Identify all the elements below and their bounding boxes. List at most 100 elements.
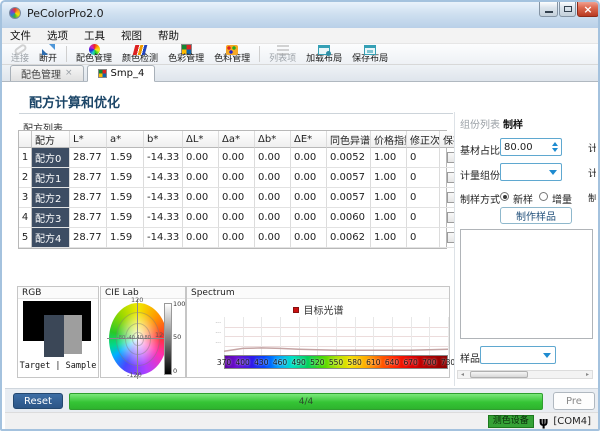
column-header[interactable]: 同色异谱 [327, 131, 371, 148]
legend-label: 目标光谱 [304, 302, 344, 317]
tab-component-list[interactable]: 组份列表 [460, 116, 500, 131]
row-number: 5 [19, 228, 32, 248]
menu-item[interactable]: 视图 [113, 27, 150, 44]
table-row[interactable]: 2配方128.771.59-14.330.000.000.000.000.005… [19, 168, 446, 188]
toolbar-button[interactable]: 加载布局 [301, 44, 347, 64]
menu-item[interactable]: 文件 [2, 27, 39, 44]
metering-dropdown[interactable] [500, 163, 562, 181]
toolbar-button-label: 连接 [11, 55, 29, 64]
toolbar-button-label: 颜色检测 [122, 55, 158, 64]
app-window: PeColorPro2.0 × 文件选项工具视图帮助 连接断开配色管理颜色检测色… [0, 0, 600, 431]
legend-marker-icon [293, 307, 299, 313]
toolbar-button[interactable]: 色料管理 [209, 44, 255, 64]
rgb-panel: RGB Target | Sample [17, 286, 99, 378]
tab-close-icon[interactable]: × [65, 69, 73, 78]
close-button[interactable]: × [577, 2, 599, 17]
value-cell: 1.59 [107, 228, 144, 248]
sample-dropdown[interactable] [480, 346, 556, 364]
spin-down-icon[interactable] [552, 148, 558, 152]
toolbar-button[interactable]: 保存布局 [347, 44, 393, 64]
value-cell: 0.00 [183, 208, 219, 228]
column-header[interactable]: 价格指数 [371, 131, 407, 148]
scroll-right-icon[interactable]: ▸ [583, 371, 592, 378]
toolbar-button[interactable]: 色彩管理 [163, 44, 209, 64]
scrollbar-thumb[interactable] [470, 371, 528, 378]
value-cell: 0.00 [291, 168, 327, 188]
usb-icon: ψ [539, 416, 549, 428]
maximize-button[interactable] [559, 2, 576, 17]
recipe-name-cell[interactable]: 配方1 [32, 168, 70, 188]
spin-up-icon[interactable] [552, 142, 558, 146]
reset-button[interactable]: Reset [13, 393, 63, 409]
toolbar-button[interactable]: 颜色检测 [117, 44, 163, 64]
column-header[interactable]: ΔL* [183, 131, 219, 148]
value-cell: 0.00 [291, 208, 327, 228]
column-header[interactable]: 修正次数 [407, 131, 440, 148]
column-header[interactable]: Δa* [219, 131, 255, 148]
base-ratio-stepper[interactable] [548, 139, 561, 155]
page-title: 配方计算和优化 [29, 92, 120, 111]
spectrum-plot [224, 317, 448, 355]
pre-button[interactable]: Pre [553, 392, 595, 410]
spectrum-curve [224, 317, 448, 355]
column-header[interactable]: 配方 [32, 131, 70, 148]
table-row[interactable]: 1配方028.771.59-14.330.000.000.000.000.005… [19, 148, 446, 168]
tab-color-management[interactable]: 配色管理 × [10, 65, 84, 81]
progress-bar: 4/4 [69, 393, 543, 410]
recipe-table: 配方L*a*b*ΔL*Δa*Δb*ΔE*同色异谱价格指数修正次数保存1配方028… [18, 130, 447, 249]
toolbar-button[interactable]: 断开 [34, 44, 62, 64]
column-header[interactable]: ΔE* [291, 131, 327, 148]
recipe-name-cell[interactable]: 配方0 [32, 148, 70, 168]
value-cell: 28.77 [70, 188, 107, 208]
menu-item[interactable]: 选项 [39, 27, 76, 44]
horizontal-scrollbar[interactable]: ◂ ▸ [457, 370, 593, 379]
sample-label: 样品 [460, 350, 480, 365]
row-number: 2 [19, 168, 32, 188]
value-cell: -14.33 [144, 148, 183, 168]
maximize-icon [564, 6, 572, 12]
toolbar-button: 连接 [6, 44, 34, 64]
radio-dot [503, 195, 507, 199]
radio-inc-label[interactable]: 增量 [552, 191, 572, 206]
action-bar: Reset 4/4 Pre [5, 388, 599, 412]
clipped-label: 计 [588, 140, 596, 152]
table-row[interactable]: 4配方328.771.59-14.330.000.000.000.000.006… [19, 208, 446, 228]
value-cell: 0.00 [183, 148, 219, 168]
column-header[interactable]: Δb* [255, 131, 291, 148]
device-status-badge: 测色设备 [488, 415, 534, 428]
column-header[interactable]: L* [70, 131, 107, 148]
tab-bar: 配色管理 × Smp_4 [2, 65, 598, 82]
table-row[interactable]: 5配方428.771.59-14.330.000.000.000.000.006… [19, 228, 446, 248]
recipe-name-cell[interactable]: 配方4 [32, 228, 70, 248]
make-sample-button[interactable]: 制作样品 [500, 207, 572, 224]
value-cell: 0.00 [219, 148, 255, 168]
value-cell: 0.00 [255, 228, 291, 248]
status-bar: 测色设备 ψ [COM4] [5, 412, 599, 430]
radio-new-sample[interactable] [500, 192, 509, 201]
gridline [448, 317, 449, 355]
menu-item[interactable]: 帮助 [150, 27, 187, 44]
toolbar-button[interactable]: 配色管理 [71, 44, 117, 64]
recipe-name-cell[interactable]: 配方3 [32, 208, 70, 228]
recipe-name-cell[interactable]: 配方2 [32, 188, 70, 208]
value-cell: 0.00 [291, 148, 327, 168]
component-listbox[interactable] [460, 229, 593, 339]
wavelength-tick-label: 670 [403, 358, 417, 367]
menu-item[interactable]: 工具 [76, 27, 113, 44]
tab-smp4[interactable]: Smp_4 [87, 65, 156, 82]
value-cell: 0.00 [219, 228, 255, 248]
minimize-button[interactable] [539, 2, 558, 17]
value-cell: 1.59 [107, 188, 144, 208]
menu-bar: 文件选项工具视图帮助 [2, 28, 598, 44]
table-row[interactable]: 3配方228.771.59-14.330.000.000.000.000.005… [19, 188, 446, 208]
column-header[interactable]: a* [107, 131, 144, 148]
chevron-down-icon [543, 353, 551, 358]
radio-increment[interactable] [539, 192, 548, 201]
tab-make-sample[interactable]: 制样 [503, 116, 523, 131]
lab-axis-label-bottom: -120 [127, 371, 142, 379]
value-cell: 1.59 [107, 148, 144, 168]
y-tick-label: ··· [205, 340, 221, 347]
radio-new-label[interactable]: 新样 [513, 191, 533, 206]
column-header[interactable]: b* [144, 131, 183, 148]
scroll-left-icon[interactable]: ◂ [458, 371, 467, 378]
